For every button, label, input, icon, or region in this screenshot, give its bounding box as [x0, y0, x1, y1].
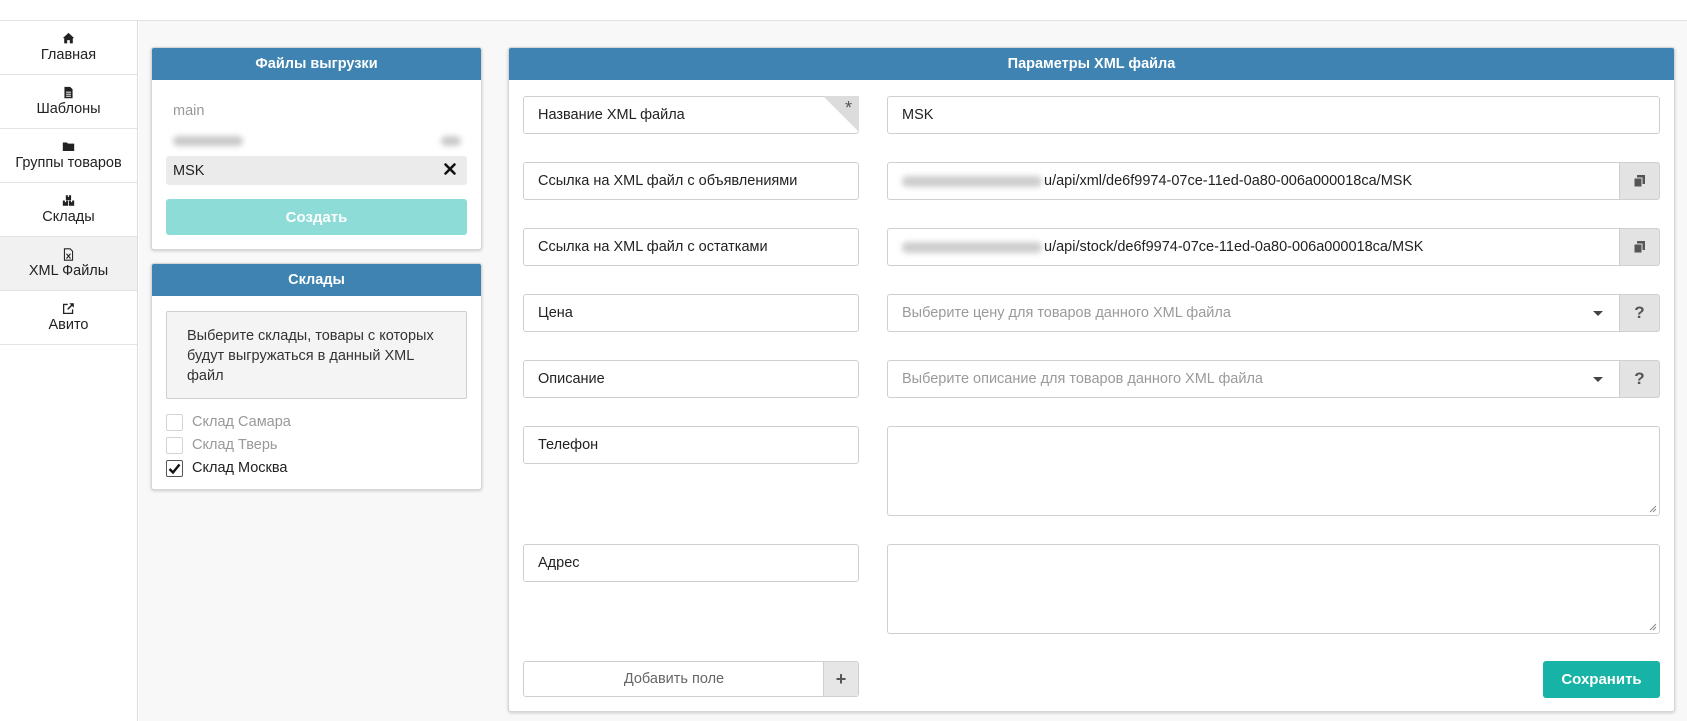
sidebar-item-warehouses[interactable]: Склады	[0, 183, 137, 237]
panel-title: Файлы выгрузки	[152, 48, 481, 80]
warehouse-label: Склад Тверь	[192, 437, 278, 453]
field-label-name: Название XML файла *	[523, 96, 859, 134]
file-item-main[interactable]: main	[166, 96, 467, 125]
field-label-ads-link: Ссылка на XML файл с объявлениями	[523, 162, 859, 200]
ads-link-input[interactable]: u/api/xml/de6f9974-07ce-11ed-0a80-006a00…	[887, 162, 1620, 200]
redacted-host	[902, 241, 1042, 253]
chevron-down-icon	[1593, 311, 1603, 316]
copy-stock-link-button[interactable]	[1620, 228, 1660, 266]
home-icon	[62, 32, 75, 44]
checkbox[interactable]	[166, 459, 183, 477]
warehouse-option-tver[interactable]: Склад Тверь	[166, 435, 277, 455]
folder-icon	[62, 142, 75, 151]
sidebar-item-label: Авито	[48, 317, 89, 333]
warehouse-label: Склад Москва	[192, 460, 288, 476]
required-corner	[823, 96, 859, 132]
ads-link-value: u/api/xml/de6f9974-07ce-11ed-0a80-006a00…	[1044, 173, 1413, 189]
add-field-input[interactable]: Добавить поле	[524, 662, 824, 696]
panel-title: Склады	[152, 264, 481, 296]
panel-title: Параметры XML файла	[509, 48, 1674, 80]
price-select[interactable]: Выберите цену для товаров данного XML фа…	[887, 294, 1620, 332]
xml-file-icon	[63, 248, 74, 261]
file-item-redacted[interactable]	[166, 126, 467, 155]
sidebar-item-templates[interactable]: Шаблоны	[0, 75, 137, 129]
external-link-icon	[62, 303, 74, 315]
sidebar-item-product-groups[interactable]: Группы товаров	[0, 129, 137, 183]
resize-grip-icon[interactable]	[1647, 503, 1657, 513]
add-field-button[interactable]: +	[823, 662, 858, 696]
sidebar-item-label: XML Файлы	[28, 263, 109, 279]
xml-params-panel: Параметры XML файла Название XML файла *…	[508, 47, 1675, 712]
sidebar-item-avito[interactable]: Авито	[0, 291, 137, 345]
copy-icon	[1633, 175, 1645, 188]
checkbox[interactable]	[166, 413, 183, 431]
price-help-button[interactable]: ?	[1620, 294, 1660, 332]
sidebar-item-home[interactable]: Главная	[0, 21, 137, 75]
question-icon: ?	[1634, 369, 1645, 388]
description-help-button[interactable]: ?	[1620, 360, 1660, 398]
check-icon	[168, 463, 181, 474]
warehouses-info: Выберите склады, товары с которых будут …	[166, 311, 467, 399]
address-textarea[interactable]	[887, 544, 1660, 634]
name-input[interactable]: MSK	[887, 96, 1660, 134]
sidebar: Главная Шаблоны Группы товаров Склады XM…	[0, 21, 138, 721]
sidebar-item-label: Склады	[42, 209, 95, 225]
warehouses-panel: Склады Выберите склады, товары с которых…	[151, 263, 482, 490]
price-placeholder: Выберите цену для товаров данного XML фа…	[902, 305, 1231, 321]
phone-textarea[interactable]	[887, 426, 1660, 516]
sidebar-item-xml-files[interactable]: XML Файлы	[0, 237, 137, 291]
file-item-label: MSK	[173, 162, 205, 179]
warehouse-option-moscow[interactable]: Склад Москва	[166, 458, 288, 478]
export-files-panel: Файлы выгрузки main MSK Создать	[151, 47, 482, 250]
warehouse-label: Склад Самара	[192, 414, 291, 430]
save-button[interactable]: Сохранить	[1543, 661, 1660, 698]
copy-ads-link-button[interactable]	[1620, 162, 1660, 200]
stock-link-input[interactable]: u/api/stock/de6f9974-07ce-11ed-0a80-006a…	[887, 228, 1620, 266]
field-label-stock-link: Ссылка на XML файл с остатками	[523, 228, 859, 266]
redacted-host	[902, 175, 1042, 187]
close-icon[interactable]	[443, 162, 457, 176]
top-bar	[0, 0, 1687, 21]
question-icon: ?	[1634, 303, 1645, 322]
field-label-price: Цена	[523, 294, 859, 332]
stock-link-value: u/api/stock/de6f9974-07ce-11ed-0a80-006a…	[1044, 239, 1424, 255]
add-field-control[interactable]: Добавить поле +	[523, 661, 859, 697]
field-label-text: Название XML файла	[538, 107, 685, 123]
description-select[interactable]: Выберите описание для товаров данного XM…	[887, 360, 1620, 398]
sidebar-item-label: Шаблоны	[36, 101, 101, 117]
checkbox[interactable]	[166, 436, 183, 454]
redacted-text	[173, 135, 243, 146]
file-item-msk[interactable]: MSK	[166, 156, 467, 185]
boxes-icon	[62, 195, 75, 206]
field-label-description: Описание	[523, 360, 859, 398]
sidebar-item-label: Группы товаров	[15, 155, 122, 171]
sidebar-item-label: Главная	[40, 47, 97, 63]
create-button[interactable]: Создать	[166, 199, 467, 235]
chevron-down-icon	[1593, 377, 1603, 382]
resize-grip-icon[interactable]	[1647, 621, 1657, 631]
copy-icon	[1633, 241, 1645, 254]
required-mark: *	[844, 98, 852, 118]
redacted-text	[441, 135, 461, 146]
field-label-address: Адрес	[523, 544, 859, 582]
field-label-phone: Телефон	[523, 426, 859, 464]
description-placeholder: Выберите описание для товаров данного XM…	[902, 371, 1263, 387]
file-icon	[64, 86, 73, 99]
warehouse-option-samara[interactable]: Склад Самара	[166, 412, 291, 432]
